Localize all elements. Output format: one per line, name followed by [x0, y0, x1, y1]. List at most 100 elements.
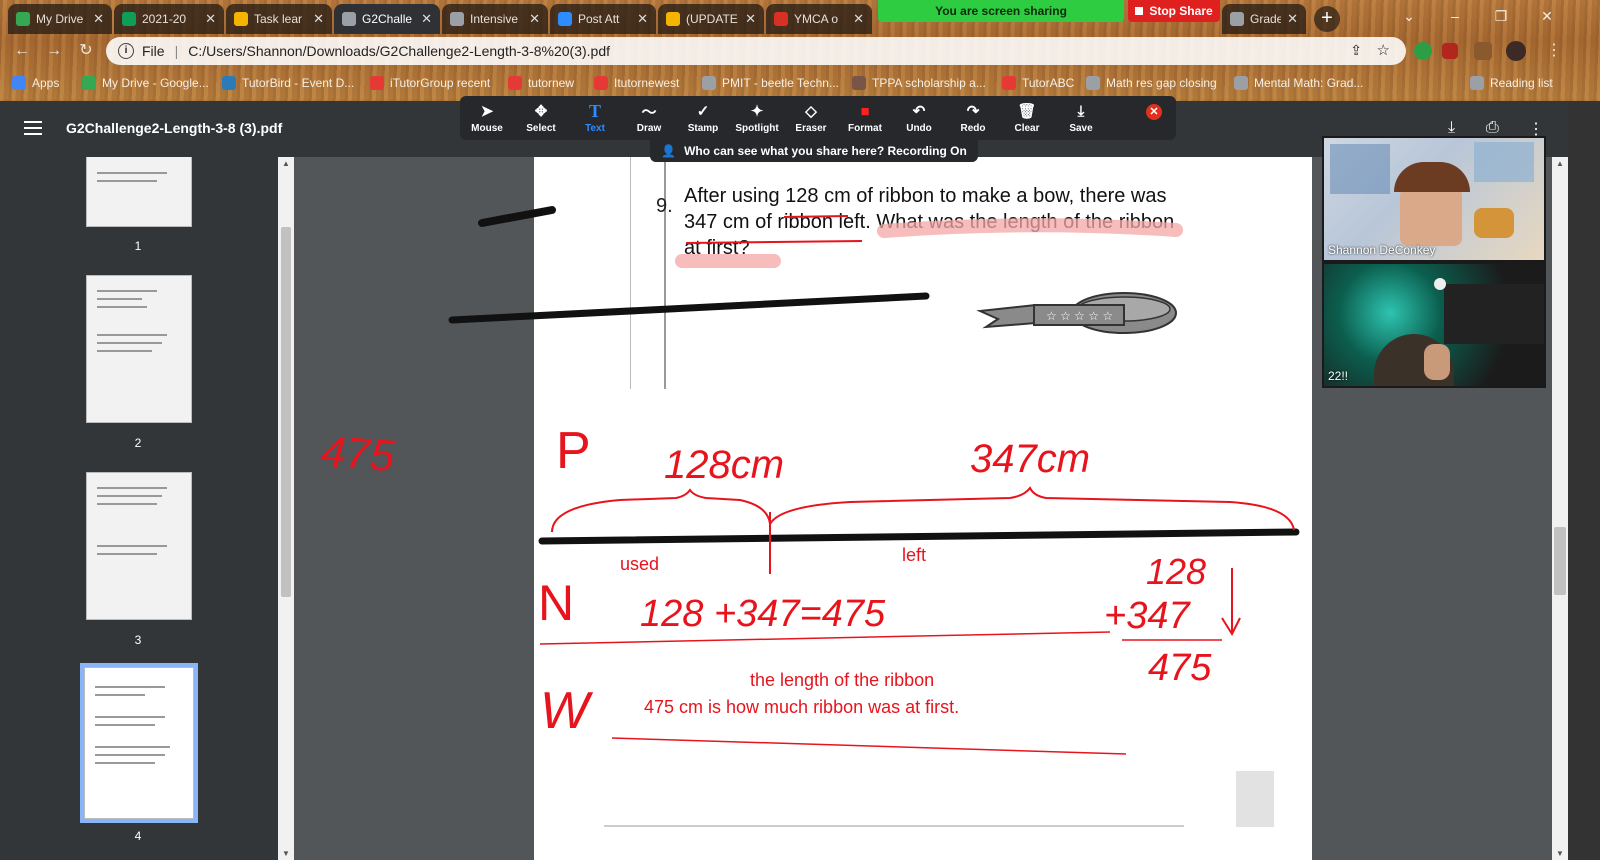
- screen-sharing-banner[interactable]: You are screen sharing: [878, 0, 1124, 22]
- profile-avatar[interactable]: [1506, 41, 1526, 61]
- participant-name: Shannon DeConkey: [1328, 243, 1436, 257]
- close-tab-icon[interactable]: ✕: [205, 11, 216, 27]
- page-thumbnail-4[interactable]: [80, 663, 198, 823]
- recording-banner-text: Who can see what you share here? Recordi…: [684, 144, 967, 158]
- scroll-down-icon[interactable]: ▼: [1552, 849, 1568, 858]
- download-icon[interactable]: ⤓: [1448, 119, 1455, 137]
- bookmark-star-icon[interactable]: ☆: [1377, 41, 1390, 59]
- task-icon: [234, 12, 248, 26]
- bookmark-item[interactable]: TutorABC: [1002, 74, 1074, 92]
- tool-select[interactable]: ✥ Select: [514, 96, 568, 140]
- tab-title: Task lear: [254, 12, 303, 26]
- tool-label: Redo: [960, 123, 986, 134]
- page-thumbnail-1[interactable]: [86, 157, 192, 227]
- close-window-button[interactable]: ✕: [1524, 2, 1570, 30]
- browser-tab[interactable]: YMCA o ✕: [766, 4, 872, 34]
- bookmark-item[interactable]: Apps: [12, 74, 59, 92]
- bookmark-item[interactable]: iTutorGroup recent: [370, 74, 490, 92]
- tab-title: My Drive: [36, 12, 84, 26]
- bookmark-item[interactable]: Mental Math: Grad...: [1234, 74, 1363, 92]
- trash-icon: 🗑: [1017, 103, 1037, 120]
- close-toolbar-icon[interactable]: ✕: [1146, 104, 1162, 120]
- sidebar-scrollbar[interactable]: ▲ ▼: [278, 157, 294, 860]
- bookmark-item[interactable]: My Drive - Google...: [82, 74, 209, 92]
- bookmark-item[interactable]: TPPA scholarship a...: [852, 74, 986, 92]
- chrome-menu-icon[interactable]: ⋮: [1544, 41, 1564, 61]
- browser-tab[interactable]: Post Att ✕: [550, 4, 656, 34]
- stop-share-label: Stop Share: [1149, 4, 1213, 18]
- url-text: C:/Users/Shannon/Downloads/G2Challenge2-…: [188, 43, 611, 59]
- stop-icon: [1135, 7, 1144, 15]
- tool-clear[interactable]: 🗑 Clear: [1000, 96, 1054, 140]
- info-icon[interactable]: i: [118, 43, 134, 59]
- bookmark-item[interactable]: tutornew: [508, 74, 574, 92]
- tool-draw[interactable]: 〜 Draw: [622, 96, 676, 140]
- tool-spotlight[interactable]: ✦ Spotlight: [730, 96, 784, 140]
- new-tab-button[interactable]: +: [1314, 6, 1340, 32]
- tool-stamp[interactable]: ✓ Stamp: [676, 96, 730, 140]
- scroll-up-icon[interactable]: ▲: [278, 159, 294, 168]
- ublock-extension-icon[interactable]: [1442, 43, 1458, 59]
- print-icon[interactable]: ⎙: [1486, 119, 1499, 137]
- tab-search-icon[interactable]: ⌄: [1386, 2, 1432, 30]
- bookmark-label: Itutornewest: [614, 76, 680, 90]
- bookmark-icon: [508, 76, 522, 90]
- recording-banner[interactable]: 👤 Who can see what you share here? Recor…: [650, 140, 978, 162]
- menu-icon[interactable]: [24, 121, 42, 135]
- evernote-extension-icon[interactable]: [1414, 42, 1432, 60]
- reload-icon[interactable]: ↻: [76, 41, 96, 61]
- bookmark-item[interactable]: PMIT - beetle Techn...: [702, 74, 839, 92]
- bookmark-item[interactable]: TutorBird - Event D...: [222, 74, 354, 92]
- tool-redo[interactable]: ↷ Redo: [946, 96, 1000, 140]
- page-thumbnail-3[interactable]: [86, 472, 192, 620]
- tool-eraser[interactable]: ◇ Eraser: [784, 96, 838, 140]
- browser-tab[interactable]: Grade 8 ✕: [1222, 4, 1306, 34]
- back-icon[interactable]: ←: [12, 41, 32, 61]
- restore-button[interactable]: ❐: [1478, 2, 1524, 30]
- stop-share-button[interactable]: Stop Share: [1128, 0, 1220, 22]
- puzzle-extension-icon[interactable]: [1474, 42, 1492, 60]
- scroll-up-icon[interactable]: ▲: [1552, 159, 1568, 168]
- bookmark-item[interactable]: Reading list: [1470, 74, 1553, 92]
- tool-undo[interactable]: ↶ Undo: [892, 96, 946, 140]
- browser-tab[interactable]: My Drive ✕: [8, 4, 112, 34]
- scroll-down-icon[interactable]: ▼: [278, 849, 294, 858]
- bookmark-icon: [702, 76, 716, 90]
- minimize-button[interactable]: –: [1432, 2, 1478, 30]
- close-tab-icon[interactable]: ✕: [93, 11, 104, 27]
- close-tab-icon[interactable]: ✕: [421, 11, 432, 27]
- tool-format[interactable]: ■ Format: [838, 96, 892, 140]
- question-line: 347 cm of ribbon left. What was the leng…: [684, 211, 1175, 233]
- close-tab-icon[interactable]: ✕: [637, 11, 648, 27]
- share-page-icon[interactable]: ⇪: [1350, 42, 1362, 59]
- tool-label: Draw: [636, 123, 662, 134]
- browser-tab[interactable]: Task lear ✕: [226, 4, 332, 34]
- close-tab-icon[interactable]: ✕: [529, 11, 540, 27]
- forward-icon[interactable]: →: [44, 41, 64, 61]
- browser-tab[interactable]: (UPDATE ✕: [658, 4, 764, 34]
- sidebar-scroll-thumb[interactable]: [281, 227, 291, 597]
- participant-video[interactable]: 22!!: [1324, 264, 1544, 386]
- browser-tab[interactable]: 2021-20 ✕: [114, 4, 224, 34]
- address-bar[interactable]: i File | C:/Users/Shannon/Downloads/G2Ch…: [106, 37, 1406, 65]
- bookmark-item[interactable]: Itutornewest: [594, 74, 679, 92]
- browser-tab[interactable]: Intensive ✕: [442, 4, 548, 34]
- browser-tab[interactable]: G2Challe ✕: [334, 4, 440, 34]
- page-thumbnail-2[interactable]: [86, 275, 192, 423]
- bookmark-item[interactable]: Math res gap closing: [1086, 74, 1217, 92]
- tool-mouse[interactable]: ➤ Mouse: [460, 96, 514, 140]
- check-icon: ✓: [696, 103, 710, 120]
- document-scroll-thumb[interactable]: [1554, 527, 1566, 595]
- tool-text[interactable]: T Text: [568, 96, 622, 140]
- close-tab-icon[interactable]: ✕: [745, 11, 756, 27]
- tool-label: Eraser: [795, 123, 827, 134]
- document-scrollbar[interactable]: ▲ ▼: [1552, 157, 1568, 860]
- participant-video[interactable]: Shannon DeConkey: [1324, 138, 1544, 260]
- close-tab-icon[interactable]: ✕: [853, 11, 864, 27]
- right-strip: [1568, 101, 1600, 860]
- tool-save[interactable]: ⤓ Save: [1054, 96, 1108, 140]
- close-tab-icon[interactable]: ✕: [313, 11, 324, 27]
- person-icon: 👤: [661, 144, 677, 158]
- undo-icon: ↶: [912, 103, 926, 120]
- close-tab-icon[interactable]: ✕: [1287, 11, 1298, 27]
